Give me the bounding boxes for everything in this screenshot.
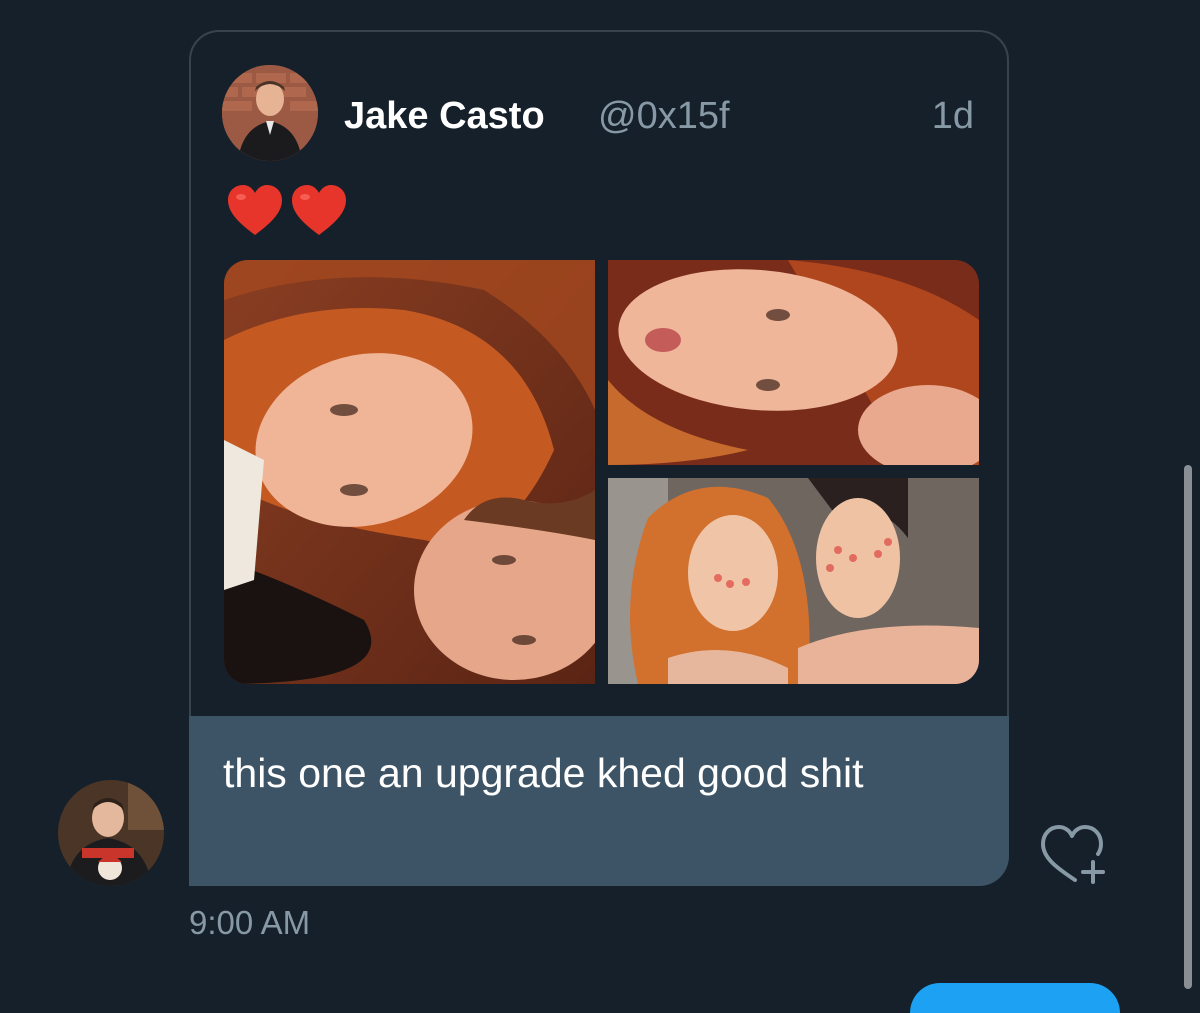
message-timestamp: 9:00 AM [189,904,311,941]
message-text: this one an upgrade khed good shit [223,750,864,796]
sender-avatar[interactable] [58,780,164,886]
quoted-tweet-avatar[interactable] [222,65,318,161]
scrollbar[interactable] [1178,440,1192,989]
red-heart-icon [290,183,348,239]
media-photo-1[interactable] [224,260,595,684]
quoted-tweet-author-handle[interactable]: @0x15f [598,95,730,138]
quoted-tweet-text [226,177,354,239]
media-photo-2[interactable] [608,260,979,465]
quoted-tweet-timestamp[interactable]: 1d [932,95,974,138]
quoted-tweet-media-grid [224,260,979,684]
media-photo-3[interactable] [608,478,979,684]
quoted-tweet-author-name[interactable]: Jake Casto [344,95,545,138]
next-message-bubble[interactable] [910,983,1120,1013]
message-bubble[interactable]: this one an upgrade khed good shit [189,716,1009,886]
heart-plus-icon[interactable] [1037,820,1107,886]
red-heart-icon [226,183,284,239]
scrollbar-thumb[interactable] [1184,465,1192,989]
dm-message: Jake Casto @0x15f 1d this one an upgrade… [0,0,1200,1013]
quoted-tweet-card[interactable]: Jake Casto @0x15f 1d [189,30,1009,716]
